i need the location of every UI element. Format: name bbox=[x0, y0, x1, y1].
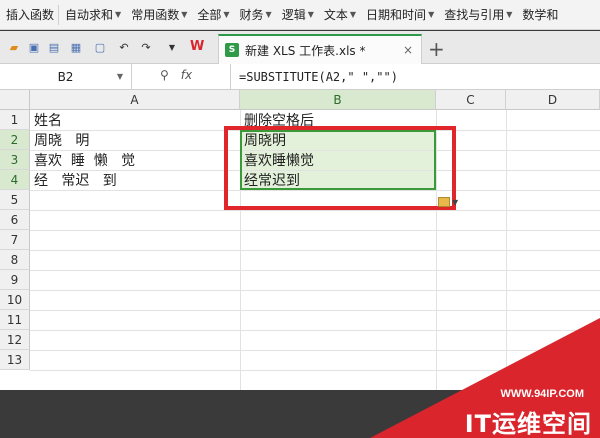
tab-toolbar: ▰ ▣ ▤ ▦ ▢ ↶ ↷ ▼ W S 新建 XLS 工作表.xls * × + bbox=[0, 31, 600, 64]
quick-access-dropdown-icon[interactable]: ▼ bbox=[164, 39, 180, 55]
ribbon-all[interactable]: 全部 ▼ bbox=[191, 0, 233, 29]
watermark-url: WWW.94IP.COM bbox=[500, 388, 584, 400]
chevron-down-icon: ▼ bbox=[307, 10, 314, 19]
column-header-b[interactable]: B bbox=[240, 90, 436, 110]
row-header-12[interactable]: 12 bbox=[0, 330, 30, 350]
undo-icon[interactable]: ↶ bbox=[116, 39, 132, 55]
ribbon-finance[interactable]: 财务 ▼ bbox=[234, 0, 276, 29]
print-icon[interactable]: ▦ bbox=[68, 39, 84, 55]
column-header-a[interactable]: A bbox=[30, 90, 240, 110]
ribbon-lookup[interactable]: 查找与引用 ▼ bbox=[438, 0, 516, 29]
paste-icon bbox=[438, 197, 450, 207]
row-header-10[interactable]: 10 bbox=[0, 290, 30, 310]
paste-options-button[interactable]: ▼ bbox=[438, 196, 464, 208]
gridline bbox=[30, 250, 600, 251]
watermark: WWW.94IP.COM IT运维空间 bbox=[370, 318, 600, 438]
wps-logo: W bbox=[190, 39, 205, 54]
gridline bbox=[30, 210, 600, 211]
chevron-down-icon: ▼ bbox=[452, 197, 459, 207]
row-header-7[interactable]: 7 bbox=[0, 230, 30, 250]
column-header-d[interactable]: D bbox=[506, 90, 600, 110]
gridline bbox=[30, 310, 600, 311]
gridline bbox=[30, 290, 600, 291]
chevron-down-icon: ▼ bbox=[223, 10, 230, 19]
row-header-8[interactable]: 8 bbox=[0, 250, 30, 270]
column-header-c[interactable]: C bbox=[436, 90, 506, 110]
zoom-icon[interactable]: ⚲ bbox=[160, 68, 169, 82]
cell-a1[interactable]: 姓名 bbox=[30, 110, 240, 130]
print-preview-icon[interactable]: ▢ bbox=[92, 39, 108, 55]
cell-a2[interactable]: 周晓 明 bbox=[30, 130, 240, 150]
name-box[interactable]: B2 ▼ bbox=[0, 64, 132, 89]
row-header-3[interactable]: 3 bbox=[0, 150, 30, 170]
new-tab-button[interactable]: + bbox=[428, 37, 445, 61]
ribbon-logic[interactable]: 逻辑 ▼ bbox=[276, 0, 318, 29]
chevron-down-icon: ▼ bbox=[116, 72, 123, 81]
spreadsheet-file-icon: S bbox=[225, 43, 239, 57]
gridline bbox=[30, 230, 600, 231]
row-header-11[interactable]: 11 bbox=[0, 310, 30, 330]
cell-reference: B2 bbox=[57, 69, 74, 84]
row-header-9[interactable]: 9 bbox=[0, 270, 30, 290]
open-folder-icon[interactable]: ▰ bbox=[6, 39, 22, 55]
close-icon[interactable]: × bbox=[403, 43, 413, 57]
watermark-title: IT运维空间 bbox=[464, 410, 592, 438]
gridline bbox=[30, 270, 600, 271]
row-header-4[interactable]: 4 bbox=[0, 170, 30, 190]
ribbon-text[interactable]: 文本 ▼ bbox=[318, 0, 360, 29]
tab-document-label: 新建 XLS 工作表.xls * bbox=[245, 43, 366, 58]
row-header-2[interactable]: 2 bbox=[0, 130, 30, 150]
ribbon-common-functions[interactable]: 常用函数 ▼ bbox=[125, 0, 191, 29]
select-all-corner[interactable] bbox=[0, 90, 30, 110]
redo-icon[interactable]: ↷ bbox=[138, 39, 154, 55]
ribbon-autosum[interactable]: 自动求和 ▼ bbox=[59, 0, 125, 29]
cell-a3[interactable]: 喜欢 睡 懒 觉 bbox=[30, 150, 240, 170]
chevron-down-icon: ▼ bbox=[506, 10, 513, 19]
chevron-down-icon: ▼ bbox=[181, 10, 188, 19]
formula-input[interactable]: =SUBSTITUTE(A2," ","") bbox=[230, 64, 398, 89]
row-header-1[interactable]: 1 bbox=[0, 110, 30, 130]
formula-bar: B2 ▼ ⚲ fx =SUBSTITUTE(A2," ","") bbox=[0, 64, 600, 90]
row-header-6[interactable]: 6 bbox=[0, 210, 30, 230]
save-icon[interactable]: ▣ bbox=[26, 39, 42, 55]
row-header-13[interactable]: 13 bbox=[0, 350, 30, 370]
function-ribbon: 插入函数 自动求和 ▼ 常用函数 ▼ 全部 ▼ 财务 ▼ 逻辑 ▼ 文本 ▼ 日期和时间 ▼ … bbox=[0, 0, 600, 30]
chevron-down-icon: ▼ bbox=[265, 10, 272, 19]
formula-tools: ⚲ fx bbox=[160, 68, 192, 82]
ribbon-date-time[interactable]: 日期和时间 ▼ bbox=[360, 0, 438, 29]
ribbon-math[interactable]: 数学和 bbox=[516, 0, 562, 29]
highlight-box bbox=[224, 126, 456, 210]
export-pdf-icon[interactable]: ▤ bbox=[46, 39, 62, 55]
fx-icon[interactable]: fx bbox=[181, 68, 192, 82]
ribbon-insert-function[interactable]: 插入函数 bbox=[0, 0, 58, 29]
row-header-5[interactable]: 5 bbox=[0, 190, 30, 210]
cell-a4[interactable]: 经 常迟 到 bbox=[30, 170, 240, 190]
tab-document[interactable]: S 新建 XLS 工作表.xls * × bbox=[218, 34, 422, 64]
chevron-down-icon: ▼ bbox=[349, 10, 357, 19]
chevron-down-icon: ▼ bbox=[428, 10, 435, 19]
chevron-down-icon: ▼ bbox=[115, 10, 122, 19]
